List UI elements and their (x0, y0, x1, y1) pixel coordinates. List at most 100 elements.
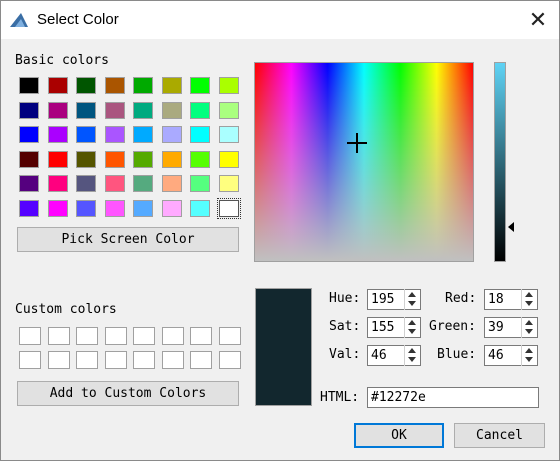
basic-color-swatch[interactable] (133, 175, 153, 192)
html-color-input[interactable]: #12272e (367, 387, 539, 408)
basic-color-swatch[interactable] (104, 175, 125, 192)
basic-color-swatch[interactable] (190, 199, 210, 217)
basic-color-swatch[interactable] (218, 150, 239, 168)
basic-color-swatch[interactable] (104, 150, 125, 168)
app-logo-icon (10, 13, 28, 27)
basic-color-swatch[interactable] (190, 150, 210, 168)
custom-colors-label: Custom colors (15, 302, 117, 317)
custom-color-slot[interactable] (47, 351, 70, 369)
green-spin-arrows-icon[interactable] (521, 317, 537, 338)
pick-screen-color-button[interactable]: Pick Screen Color (17, 227, 239, 252)
basic-color-swatch[interactable] (76, 150, 96, 168)
sat-spin-arrows-icon[interactable] (404, 317, 420, 338)
basic-color-swatch[interactable] (161, 101, 182, 119)
hue-spinbox[interactable]: 195 (367, 289, 421, 310)
color-spectrum-picker[interactable] (254, 62, 474, 262)
val-spinbox[interactable]: 46 (367, 345, 421, 366)
basic-color-swatch[interactable] (104, 101, 125, 119)
basic-color-swatch[interactable] (47, 126, 68, 143)
add-to-custom-colors-button[interactable]: Add to Custom Colors (17, 381, 239, 406)
custom-color-slot[interactable] (133, 327, 155, 345)
custom-color-slot[interactable] (76, 351, 98, 369)
hue-label: Hue: (329, 291, 361, 306)
basic-color-swatch[interactable] (76, 175, 96, 192)
basic-color-swatch[interactable] (218, 175, 239, 192)
basic-color-swatch[interactable] (190, 126, 210, 143)
basic-color-swatch[interactable] (190, 77, 210, 94)
basic-color-swatch[interactable] (47, 175, 68, 192)
basic-color-swatch[interactable] (218, 101, 239, 119)
blue-value: 46 (488, 348, 504, 363)
basic-color-swatch[interactable] (190, 175, 210, 192)
basic-color-swatch[interactable] (104, 77, 125, 94)
basic-color-swatch[interactable] (47, 150, 68, 168)
basic-color-swatch[interactable] (216, 197, 241, 219)
basic-color-swatch[interactable] (161, 199, 182, 217)
basic-color-swatch[interactable] (133, 150, 153, 168)
hue-value: 195 (371, 292, 395, 307)
close-icon[interactable]: ✕ (523, 6, 553, 34)
hue-spin-arrows-icon[interactable] (404, 289, 420, 310)
basic-color-swatch[interactable] (19, 175, 39, 192)
basic-color-swatch[interactable] (190, 101, 210, 119)
basic-color-swatch[interactable] (133, 199, 153, 217)
blue-label: Blue: (437, 347, 477, 362)
luminance-slider[interactable] (494, 62, 506, 262)
basic-color-swatch[interactable] (104, 199, 125, 217)
basic-color-swatch[interactable] (19, 77, 39, 94)
basic-color-swatch[interactable] (19, 126, 39, 143)
basic-color-swatch[interactable] (161, 77, 182, 94)
basic-color-swatch[interactable] (76, 101, 96, 119)
basic-color-swatch[interactable] (19, 150, 39, 168)
luminance-pointer-icon[interactable] (508, 222, 514, 232)
blue-spin-arrows-icon[interactable] (521, 345, 537, 366)
custom-color-slot[interactable] (19, 351, 41, 369)
custom-color-slot[interactable] (218, 327, 241, 345)
cancel-button[interactable]: Cancel (454, 423, 545, 448)
basic-color-swatch[interactable] (76, 199, 96, 217)
custom-color-slot[interactable] (19, 327, 41, 345)
ok-button[interactable]: OK (354, 423, 444, 448)
custom-color-slot[interactable] (190, 351, 212, 369)
red-spinbox[interactable]: 18 (484, 289, 538, 310)
sat-value: 155 (371, 320, 395, 335)
basic-color-swatch[interactable] (161, 126, 182, 143)
basic-color-swatch[interactable] (161, 175, 182, 192)
basic-color-swatch[interactable] (47, 101, 68, 119)
custom-color-slot[interactable] (47, 327, 70, 345)
sat-spinbox[interactable]: 155 (367, 317, 421, 338)
green-value: 39 (488, 320, 504, 335)
basic-color-swatch[interactable] (218, 126, 239, 143)
basic-color-swatch[interactable] (218, 77, 239, 94)
crosshair-icon (356, 133, 358, 153)
window-title: Select Color (37, 11, 119, 28)
custom-color-slot[interactable] (133, 351, 155, 369)
html-label: HTML: (320, 390, 360, 405)
basic-color-swatch[interactable] (76, 126, 96, 143)
red-spin-arrows-icon[interactable] (521, 289, 537, 310)
basic-color-swatch[interactable] (47, 77, 68, 94)
sat-label: Sat: (329, 319, 361, 334)
custom-color-slot[interactable] (104, 351, 127, 369)
custom-color-slot[interactable] (190, 327, 212, 345)
green-spinbox[interactable]: 39 (484, 317, 538, 338)
basic-color-swatch[interactable] (19, 199, 39, 217)
basic-color-swatch[interactable] (133, 101, 153, 119)
basic-color-swatch[interactable] (19, 101, 39, 119)
custom-color-slot[interactable] (76, 327, 98, 345)
custom-color-slot[interactable] (104, 327, 127, 345)
custom-color-slot[interactable] (161, 327, 184, 345)
basic-color-swatch[interactable] (104, 126, 125, 143)
basic-color-swatch[interactable] (161, 150, 182, 168)
val-value: 46 (371, 348, 387, 363)
green-label: Green: (429, 319, 476, 334)
val-spin-arrows-icon[interactable] (404, 345, 420, 366)
custom-color-slot[interactable] (161, 351, 184, 369)
custom-color-slot[interactable] (218, 351, 241, 369)
blue-spinbox[interactable]: 46 (484, 345, 538, 366)
basic-color-swatch[interactable] (76, 77, 96, 94)
basic-color-swatch[interactable] (133, 77, 153, 94)
title-bar: Select Color ✕ (1, 1, 559, 39)
basic-color-swatch[interactable] (133, 126, 153, 143)
basic-color-swatch[interactable] (47, 199, 68, 217)
